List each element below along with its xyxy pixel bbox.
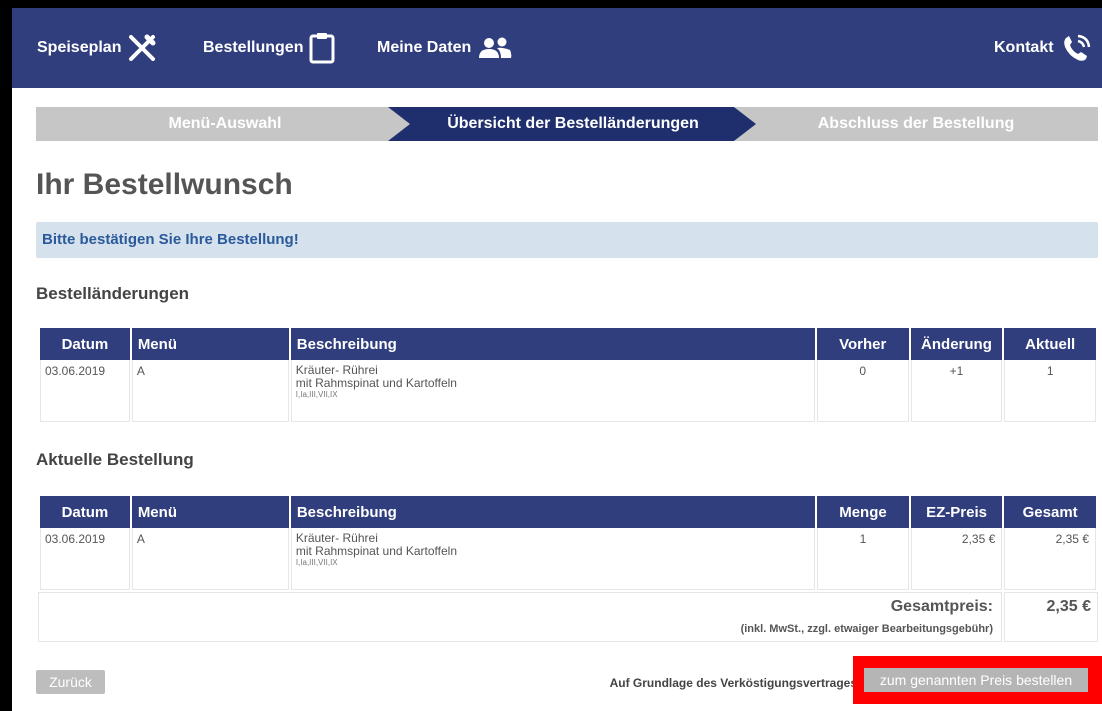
cell-description: Kräuter- Rührei mit Rahmspinat und Karto… xyxy=(290,360,815,422)
changes-header-row: Datum Menü Beschreibung Vorher Änderung … xyxy=(40,328,1096,360)
total-note: (inkl. MwSt., zzgl. etwaiger Bearbeitung… xyxy=(740,623,993,635)
nav-meine-daten[interactable]: Meine Daten xyxy=(377,32,513,64)
nav-meine-daten-label: Meine Daten xyxy=(377,39,472,56)
col-datum: Datum xyxy=(40,496,130,528)
cell-date: 03.06.2019 xyxy=(40,528,130,590)
step-uebersicht-label: Übersicht der Bestelländerungen xyxy=(447,115,699,132)
col-gesamt: Gesamt xyxy=(1004,496,1096,528)
cell-before: 0 xyxy=(816,360,909,422)
cell-menu: A xyxy=(131,528,289,590)
cell-total: 2,35 € xyxy=(1004,528,1096,590)
total-label-cell: Gesamtpreis: (inkl. MwSt., zzgl. etwaige… xyxy=(38,592,1002,642)
step-uebersicht: Übersicht der Bestelländerungen xyxy=(388,107,758,141)
allergen-codes: I,Ia,III,VII,IX xyxy=(295,558,338,567)
cell-unit-price: 2,35 € xyxy=(910,528,1003,590)
total-price-box: Gesamtpreis: (inkl. MwSt., zzgl. etwaige… xyxy=(38,592,1098,642)
phone-icon xyxy=(1060,32,1094,64)
dish-side: mit Rahmspinat und Kartoffeln xyxy=(295,544,458,558)
app-frame: Speiseplan Bestellungen Meine Daten Kont… xyxy=(12,8,1102,711)
current-order-section-title: Aktuelle Bestellung xyxy=(36,450,194,469)
allergen-codes: I,Ia,III,VII,IX xyxy=(295,390,338,399)
col-beschreibung: Beschreibung xyxy=(290,328,815,360)
nav-kontakt[interactable]: Kontakt xyxy=(994,32,1094,64)
nav-speiseplan[interactable]: Speiseplan xyxy=(37,32,157,64)
current-order-header-row: Datum Menü Beschreibung Menge EZ-Preis G… xyxy=(40,496,1096,528)
nav-speiseplan-label: Speiseplan xyxy=(37,39,122,56)
top-navigation: Speiseplan Bestellungen Meine Daten Kont… xyxy=(12,8,1102,88)
dish-side: mit Rahmspinat und Kartoffeln xyxy=(295,376,457,390)
nav-kontakt-label: Kontakt xyxy=(994,39,1054,56)
contract-note: Auf Grundlage des Verköstigungsvertrages xyxy=(609,676,857,690)
col-vorher: Vorher xyxy=(816,328,909,360)
col-beschreibung: Beschreibung xyxy=(290,496,816,528)
page-title: Ihr Bestellwunsch xyxy=(36,168,293,201)
cell-current: 1 xyxy=(1004,360,1096,422)
cutlery-icon xyxy=(127,34,157,62)
confirm-alert: Bitte bestätigen Sie Ihre Bestellung! xyxy=(36,222,1098,258)
step-menu-auswahl[interactable]: Menü-Auswahl xyxy=(36,107,414,141)
total-value: 2,35 € xyxy=(1046,598,1091,615)
current-order-table: Datum Menü Beschreibung Menge EZ-Preis G… xyxy=(38,496,1098,590)
col-menu: Menü xyxy=(131,496,289,528)
cell-date: 03.06.2019 xyxy=(40,360,130,422)
col-aktuell: Aktuell xyxy=(1004,328,1096,360)
cell-description: Kräuter- Rührei mit Rahmspinat und Karto… xyxy=(290,528,816,590)
table-row: 03.06.2019 A Kräuter- Rührei mit Rahmspi… xyxy=(40,528,1096,590)
nav-bestellungen[interactable]: Bestellungen xyxy=(203,32,335,64)
col-menge: Menge xyxy=(817,496,909,528)
users-icon xyxy=(477,36,513,60)
cell-qty: 1 xyxy=(817,528,909,590)
col-ez-preis: EZ-Preis xyxy=(910,496,1003,528)
table-row: 03.06.2019 A Kräuter- Rührei mit Rahmspi… xyxy=(40,360,1096,422)
total-value-cell: 2,35 € xyxy=(1004,592,1098,642)
col-menu: Menü xyxy=(131,328,289,360)
step-abschluss: Abschluss der Bestellung xyxy=(734,107,1098,141)
changes-table: Datum Menü Beschreibung Vorher Änderung … xyxy=(38,328,1098,422)
clipboard-icon xyxy=(309,32,335,64)
step-abschluss-label: Abschluss der Bestellung xyxy=(817,115,1015,132)
changes-section-title: Bestelländerungen xyxy=(36,284,190,303)
order-progress-steps: Menü-Auswahl Übersicht der Bestelländeru… xyxy=(36,107,1098,141)
nav-bestellungen-label: Bestellungen xyxy=(203,39,304,56)
total-label: Gesamtpreis: xyxy=(890,598,993,615)
cell-menu: A xyxy=(131,360,289,422)
back-button[interactable]: Zurück xyxy=(36,670,105,694)
step-menu-auswahl-label: Menü-Auswahl xyxy=(168,115,282,132)
col-aenderung: Änderung xyxy=(910,328,1003,360)
col-datum: Datum xyxy=(40,328,130,360)
cell-change: +1 xyxy=(910,360,1003,422)
order-button[interactable]: zum genannten Preis bestellen xyxy=(864,668,1088,692)
